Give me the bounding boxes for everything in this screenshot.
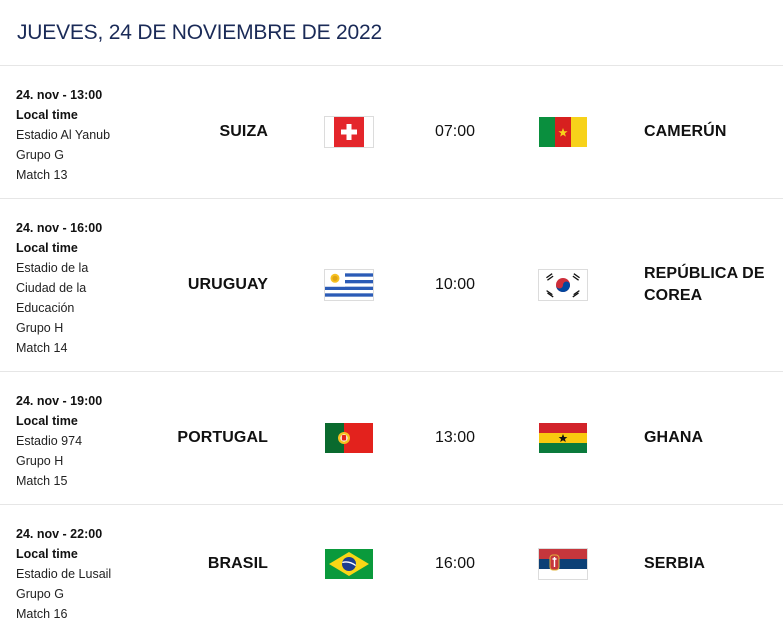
local-time-label: Local time <box>16 414 78 428</box>
match-datetime: 24. nov - 19:00 <box>16 394 103 408</box>
match-info: 24. nov - 13:00 Local time Estadio Al Ya… <box>16 85 136 185</box>
away-team-name[interactable]: CAMERÚN <box>644 121 774 143</box>
page-title: JUEVES, 24 DE NOVIEMBRE DE 2022 <box>17 20 382 44</box>
match-number: Match 16 <box>16 607 68 621</box>
kickoff-time: 07:00 <box>434 123 476 140</box>
uruguay-flag-icon[interactable] <box>324 269 374 301</box>
match-number: Match 13 <box>16 168 68 182</box>
kickoff-time: 16:00 <box>434 555 476 572</box>
local-time-label: Local time <box>16 108 78 122</box>
match-info: 24. nov - 16:00 Local time Estadio de la… <box>16 218 126 358</box>
match-datetime: 24. nov - 16:00 <box>16 221 103 235</box>
group-name: Grupo H <box>16 454 64 468</box>
portugal-flag-icon[interactable] <box>325 423 373 453</box>
home-team-name[interactable]: SUIZA <box>220 123 269 141</box>
serbia-flag-icon[interactable] <box>538 548 588 580</box>
date-header: JUEVES, 24 DE NOVIEMBRE DE 2022 <box>0 0 783 66</box>
match-datetime: 24. nov - 13:00 <box>16 88 103 102</box>
match-info: 24. nov - 19:00 Local time Estadio 974 G… <box>16 391 136 491</box>
ghana-flag-icon[interactable] <box>539 423 587 453</box>
group-name: Grupo H <box>16 321 64 335</box>
away-team-name[interactable]: REPÚBLICA DE COREA <box>644 263 774 307</box>
match-row[interactable]: 24. nov - 19:00 Local time Estadio 974 G… <box>0 372 783 505</box>
home-team-name[interactable]: PORTUGAL <box>177 429 268 447</box>
match-row[interactable]: 24. nov - 16:00 Local time Estadio de la… <box>0 199 783 372</box>
match-row[interactable]: 24. nov - 13:00 Local time Estadio Al Ya… <box>0 66 783 199</box>
group-name: Grupo G <box>16 587 64 601</box>
cameroon-flag-icon[interactable] <box>539 117 587 147</box>
switzerland-flag-icon[interactable] <box>324 116 374 148</box>
home-team-name[interactable]: BRASIL <box>208 555 268 573</box>
stadium-name: Estadio de la Ciudad de la Educación <box>16 261 89 315</box>
south-korea-flag-icon[interactable] <box>538 269 588 301</box>
stadium-name: Estadio 974 <box>16 434 83 448</box>
group-name: Grupo G <box>16 148 64 162</box>
local-time-label: Local time <box>16 241 78 255</box>
home-team-name[interactable]: URUGUAY <box>188 276 268 294</box>
away-team-name[interactable]: GHANA <box>644 427 774 449</box>
match-row[interactable]: 24. nov - 22:00 Local time Estadio de Lu… <box>0 505 783 623</box>
match-datetime: 24. nov - 22:00 <box>16 527 103 541</box>
away-team-name[interactable]: SERBIA <box>644 553 774 575</box>
brazil-flag-icon[interactable] <box>325 549 373 579</box>
stadium-name: Estadio de Lusail <box>16 567 112 581</box>
kickoff-time: 13:00 <box>434 429 476 446</box>
match-number: Match 15 <box>16 474 68 488</box>
kickoff-time: 10:00 <box>434 276 476 293</box>
stadium-name: Estadio Al Yanub <box>16 128 111 142</box>
match-info: 24. nov - 22:00 Local time Estadio de Lu… <box>16 524 136 624</box>
local-time-label: Local time <box>16 547 78 561</box>
match-number: Match 14 <box>16 341 68 355</box>
